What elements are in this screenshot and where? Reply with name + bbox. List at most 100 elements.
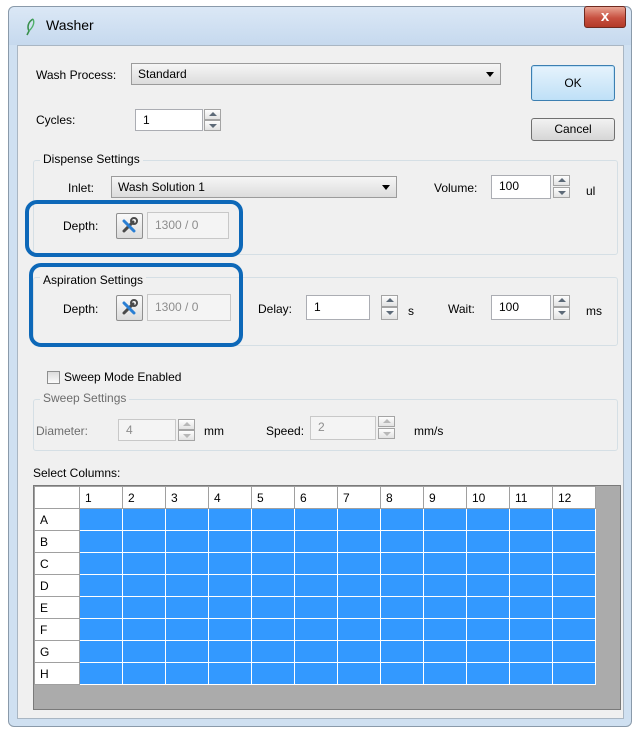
row-header[interactable]: D: [34, 574, 80, 597]
grid-cell[interactable]: [466, 508, 510, 531]
grid-cell[interactable]: [208, 596, 252, 619]
grid-cell[interactable]: [165, 530, 209, 553]
grid-cell[interactable]: [552, 508, 596, 531]
grid-cell[interactable]: [509, 530, 553, 553]
speed-spinner[interactable]: [378, 416, 395, 440]
spin-down-icon[interactable]: [378, 428, 395, 439]
volume-input[interactable]: 100: [491, 175, 551, 199]
title-bar[interactable]: [9, 7, 631, 45]
grid-cell[interactable]: [509, 640, 553, 663]
grid-cell[interactable]: [466, 596, 510, 619]
spin-down-icon[interactable]: [381, 307, 398, 320]
spin-up-icon[interactable]: [178, 419, 195, 430]
column-header[interactable]: 6: [294, 486, 338, 509]
grid-cell[interactable]: [509, 508, 553, 531]
grid-cell[interactable]: [552, 640, 596, 663]
spin-down-icon[interactable]: [553, 187, 570, 198]
row-header[interactable]: H: [34, 662, 80, 685]
grid-cell[interactable]: [294, 596, 338, 619]
diameter-input[interactable]: 4: [118, 419, 176, 441]
grid-corner[interactable]: [34, 486, 80, 509]
column-selection-grid[interactable]: 1 2 3 4 5 6 7 8 9 10 11 12 A B C D E F G H: [33, 485, 621, 710]
row-header[interactable]: G: [34, 640, 80, 663]
grid-cell[interactable]: [294, 508, 338, 531]
spin-up-icon[interactable]: [378, 416, 395, 427]
grid-cell[interactable]: [294, 618, 338, 641]
grid-cell[interactable]: [79, 530, 123, 553]
delay-spinner[interactable]: [381, 295, 398, 320]
grid-cell[interactable]: [208, 508, 252, 531]
grid-cell[interactable]: [79, 552, 123, 575]
cycles-input[interactable]: 1: [135, 109, 203, 131]
close-button[interactable]: x: [584, 6, 626, 28]
grid-cell[interactable]: [251, 618, 295, 641]
grid-cell[interactable]: [509, 552, 553, 575]
row-header[interactable]: E: [34, 596, 80, 619]
wash-process-dropdown[interactable]: Standard: [131, 63, 501, 85]
grid-cell[interactable]: [423, 530, 467, 553]
grid-cell[interactable]: [380, 552, 424, 575]
grid-cell[interactable]: [552, 662, 596, 685]
spin-up-icon[interactable]: [381, 295, 398, 307]
spin-down-icon[interactable]: [553, 307, 570, 320]
sweep-mode-checkbox[interactable]: [47, 371, 60, 384]
grid-cell[interactable]: [165, 552, 209, 575]
grid-cell[interactable]: [208, 552, 252, 575]
grid-cell[interactable]: [122, 596, 166, 619]
cycles-spinner[interactable]: [204, 109, 221, 131]
diameter-spinner[interactable]: [178, 419, 195, 441]
column-header[interactable]: 9: [423, 486, 467, 509]
grid-cell[interactable]: [122, 574, 166, 597]
spin-up-icon[interactable]: [204, 109, 221, 120]
grid-cell[interactable]: [79, 508, 123, 531]
grid-cell[interactable]: [79, 618, 123, 641]
grid-cell[interactable]: [380, 662, 424, 685]
column-header[interactable]: 3: [165, 486, 209, 509]
grid-cell[interactable]: [423, 662, 467, 685]
grid-cell[interactable]: [294, 640, 338, 663]
grid-cell[interactable]: [423, 596, 467, 619]
grid-cell[interactable]: [466, 530, 510, 553]
grid-cell[interactable]: [466, 574, 510, 597]
grid-cell[interactable]: [337, 530, 381, 553]
spin-up-icon[interactable]: [553, 175, 570, 186]
grid-cell[interactable]: [79, 574, 123, 597]
grid-cell[interactable]: [251, 552, 295, 575]
grid-cell[interactable]: [165, 618, 209, 641]
grid-cell[interactable]: [552, 552, 596, 575]
grid-cell[interactable]: [122, 618, 166, 641]
grid-cell[interactable]: [380, 530, 424, 553]
grid-cell[interactable]: [337, 640, 381, 663]
grid-cell[interactable]: [79, 596, 123, 619]
grid-cell[interactable]: [165, 640, 209, 663]
grid-cell[interactable]: [552, 530, 596, 553]
grid-cell[interactable]: [380, 640, 424, 663]
grid-cell[interactable]: [294, 574, 338, 597]
delay-input[interactable]: 1: [306, 295, 370, 320]
grid-cell[interactable]: [165, 574, 209, 597]
grid-cell[interactable]: [509, 596, 553, 619]
grid-cell[interactable]: [423, 552, 467, 575]
grid-cell[interactable]: [380, 508, 424, 531]
row-header[interactable]: A: [34, 508, 80, 531]
spin-up-icon[interactable]: [553, 295, 570, 307]
row-header[interactable]: B: [34, 530, 80, 553]
wait-spinner[interactable]: [553, 295, 570, 320]
grid-cell[interactable]: [337, 618, 381, 641]
grid-cell[interactable]: [466, 662, 510, 685]
grid-cell[interactable]: [423, 574, 467, 597]
grid-cell[interactable]: [337, 596, 381, 619]
column-header[interactable]: 10: [466, 486, 510, 509]
grid-cell[interactable]: [122, 662, 166, 685]
grid-cell[interactable]: [380, 574, 424, 597]
grid-cell[interactable]: [251, 530, 295, 553]
volume-spinner[interactable]: [553, 175, 570, 199]
grid-cell[interactable]: [466, 552, 510, 575]
grid-cell[interactable]: [208, 662, 252, 685]
grid-cell[interactable]: [509, 662, 553, 685]
column-header[interactable]: 11: [509, 486, 553, 509]
grid-cell[interactable]: [509, 618, 553, 641]
grid-cell[interactable]: [294, 530, 338, 553]
grid-cell[interactable]: [251, 596, 295, 619]
grid-cell[interactable]: [208, 530, 252, 553]
